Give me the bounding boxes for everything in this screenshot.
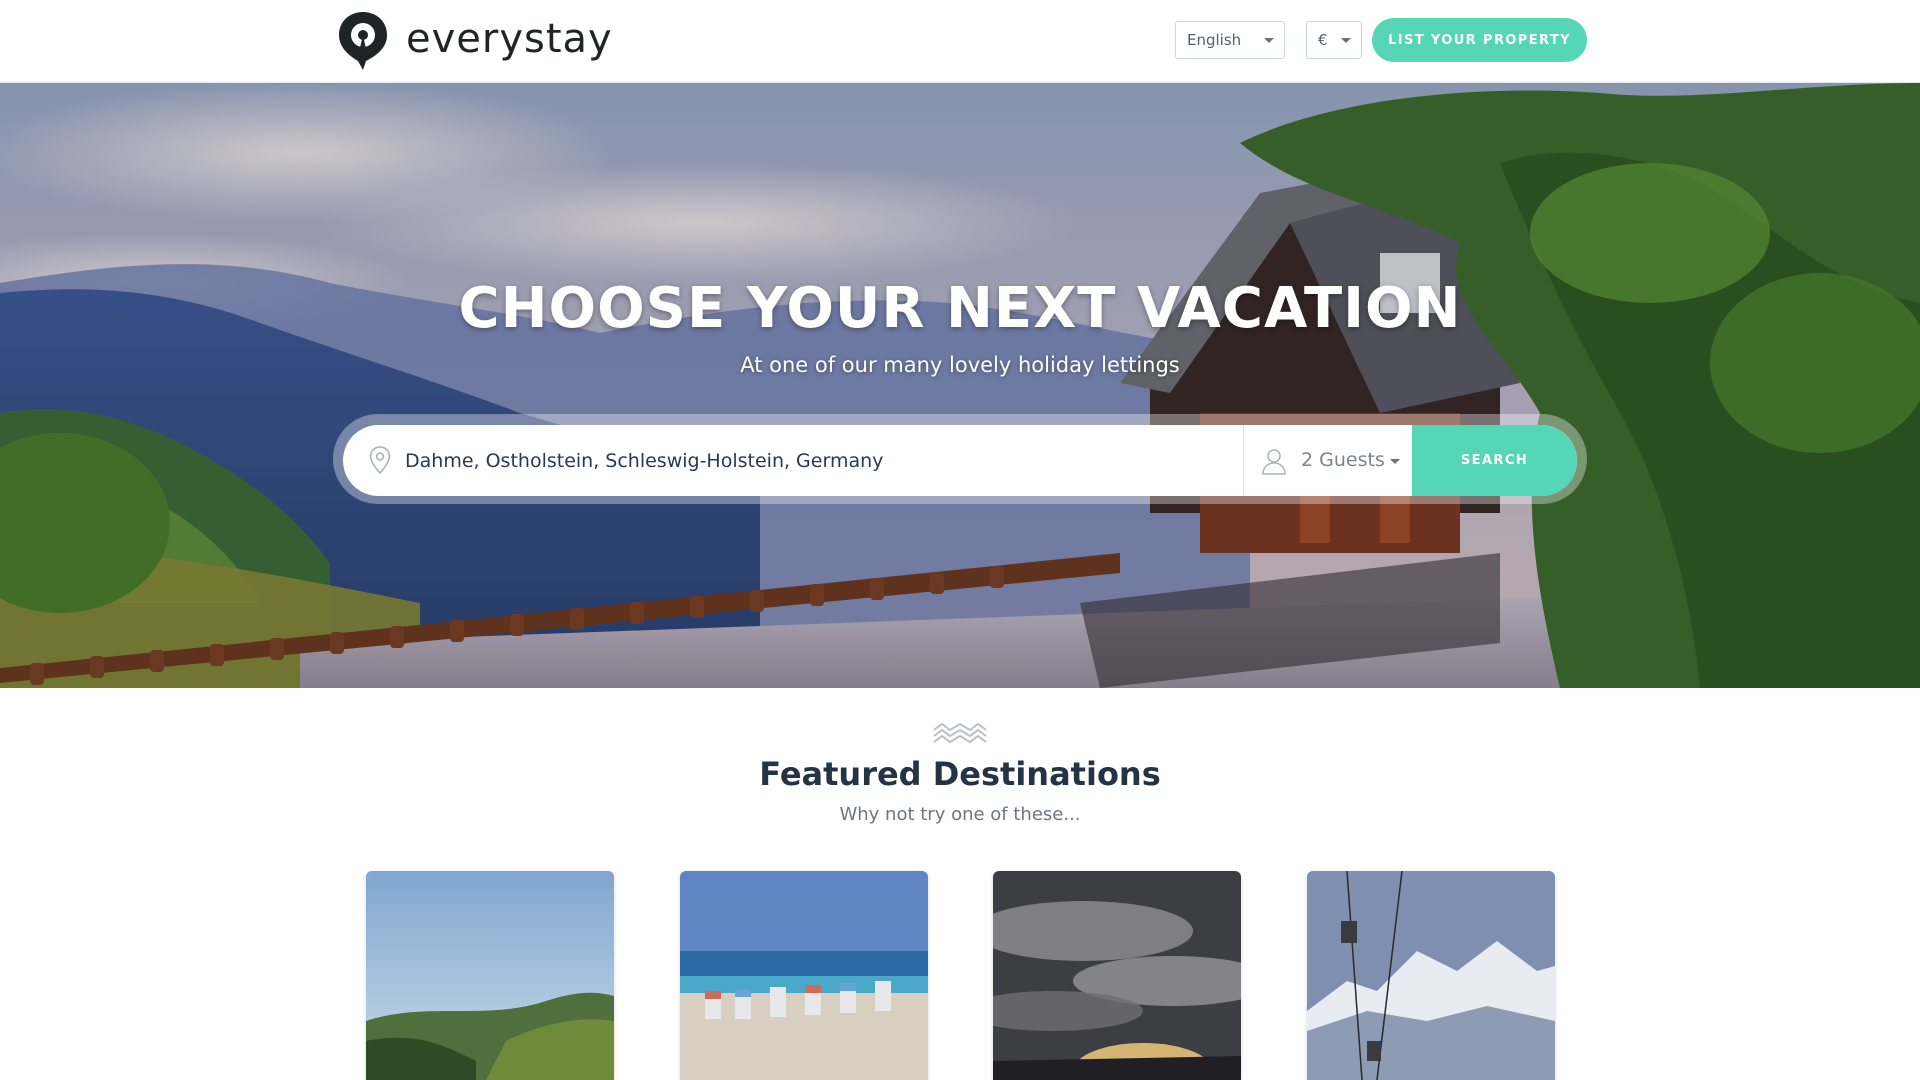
language-select-value: English — [1187, 31, 1242, 49]
search-button[interactable]: SEARCH — [1412, 425, 1577, 496]
top-navigation-bar: everystay English € LIST YOUR PROPERTY — [0, 0, 1920, 83]
logo-pin-icon — [339, 12, 387, 70]
destination-image — [366, 871, 614, 1080]
search-divider — [1243, 425, 1244, 496]
featured-destinations-title: Featured Destinations — [759, 755, 1161, 793]
chevron-down-icon — [1264, 38, 1274, 43]
currency-select-value: € — [1318, 31, 1328, 49]
user-icon — [1262, 449, 1286, 475]
hero-background-image — [0, 83, 1920, 688]
brand-logo[interactable]: everystay — [336, 9, 613, 73]
brand-name: everystay — [406, 16, 613, 62]
guests-select[interactable]: 2 Guests — [1301, 425, 1385, 496]
search-bar: 2 Guests SEARCH — [343, 425, 1577, 496]
destination-card[interactable] — [1307, 871, 1555, 1080]
language-select[interactable]: English — [1175, 21, 1285, 59]
list-your-property-button[interactable]: LIST YOUR PROPERTY — [1372, 18, 1587, 62]
currency-select[interactable]: € — [1306, 21, 1362, 59]
location-search-input[interactable] — [405, 425, 1243, 496]
destination-card[interactable] — [680, 871, 928, 1080]
destination-image — [993, 871, 1241, 1080]
waves-icon — [933, 722, 987, 744]
destination-card[interactable] — [366, 871, 614, 1080]
hero-banner: CHOOSE YOUR NEXT VACATION At one of our … — [0, 83, 1920, 688]
map-pin-icon — [369, 446, 391, 474]
destination-card[interactable] — [993, 871, 1241, 1080]
featured-destinations-subtitle: Why not try one of these... — [839, 804, 1081, 825]
destination-image — [680, 871, 928, 1080]
search-form: 2 Guests SEARCH — [333, 414, 1587, 504]
hero-title: CHOOSE YOUR NEXT VACATION — [458, 276, 1462, 341]
destination-image — [1307, 871, 1555, 1080]
hero-subtitle: At one of our many lovely holiday lettin… — [740, 353, 1180, 377]
chevron-down-icon[interactable] — [1390, 459, 1400, 464]
chevron-down-icon — [1341, 38, 1351, 43]
